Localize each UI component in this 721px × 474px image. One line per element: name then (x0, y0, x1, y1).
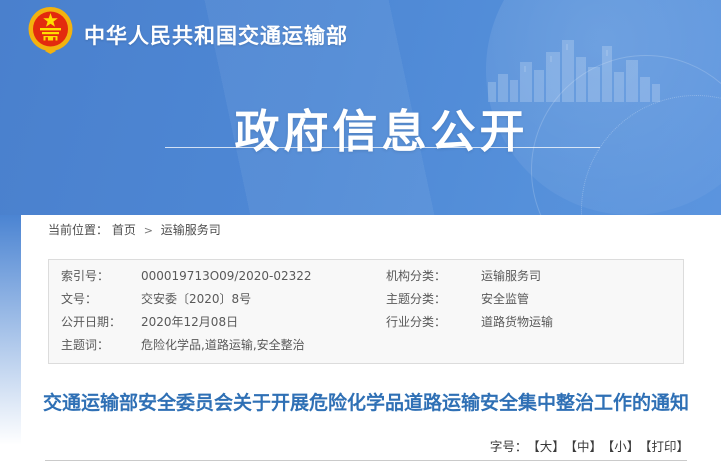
document-title: 交通运输部安全委员会关于开展危险化学品道路运输安全集中整治工作的通知 (41, 390, 691, 417)
fontsize-medium-button[interactable]: 【中】 (571, 439, 602, 454)
page-title: 政府信息公开 (0, 95, 721, 160)
title-underline (165, 147, 600, 148)
content-panel: 当前位置： 首页 > 运输服务司 索引号： 000019713O09/2020-… (21, 215, 711, 474)
national-emblem-icon (28, 6, 73, 54)
meta-value: 000019713O09/2020-02322 (141, 265, 386, 288)
table-row: 公开日期： 2020年12月08日 行业分类： 道路货物运输 (49, 311, 683, 334)
meta-value: 交安委〔2020〕8号 (141, 288, 386, 311)
breadcrumb: 当前位置： 首页 > 运输服务司 (21, 215, 711, 239)
fontsize-toolbar: 字号： 【大】【中】【小】【打印】 (21, 439, 711, 455)
meta-value: 危险化学品,道路运输,安全整治 (141, 334, 386, 357)
table-row: 文号： 交安委〔2020〕8号 主题分类： 安全监管 (49, 288, 683, 311)
header-banner: 中华人民共和国交通运输部 政府信息公开 (0, 0, 721, 215)
site-name: 中华人民共和国交通运输部 (84, 20, 348, 50)
city-skyline-decoration (488, 32, 663, 102)
print-button[interactable]: 【打印】 (645, 439, 689, 454)
meta-label: 主题词： (61, 334, 141, 357)
meta-value: 道路货物运输 (481, 311, 683, 334)
meta-label: 公开日期： (61, 311, 141, 334)
breadcrumb-separator: > (144, 224, 153, 237)
meta-value (481, 334, 683, 357)
meta-value: 运输服务司 (481, 265, 683, 288)
fontsize-label: 字号： (490, 439, 528, 454)
fontsize-large-button[interactable]: 【大】 (533, 439, 564, 454)
breadcrumb-current-link[interactable]: 运输服务司 (161, 223, 221, 237)
meta-label: 主题分类： (386, 288, 481, 311)
breadcrumb-label: 当前位置： (48, 223, 108, 237)
meta-label: 机构分类： (386, 265, 481, 288)
table-row: 主题词： 危险化学品,道路运输,安全整治 (49, 334, 683, 357)
fontsize-small-button[interactable]: 【小】 (608, 439, 639, 454)
meta-label: 文号： (61, 288, 141, 311)
meta-value: 安全监管 (481, 288, 683, 311)
meta-label (386, 334, 481, 357)
table-row: 索引号： 000019713O09/2020-02322 机构分类： 运输服务司 (49, 265, 683, 288)
meta-label: 行业分类： (386, 311, 481, 334)
meta-label: 索引号： (61, 265, 141, 288)
page: 中华人民共和国交通运输部 政府信息公开 当前位置： 首页 > 运输服务司 索引号… (0, 0, 721, 474)
breadcrumb-home-link[interactable]: 首页 (112, 223, 136, 237)
meta-value: 2020年12月08日 (141, 311, 386, 334)
background-fade (0, 215, 21, 445)
document-meta-table: 索引号： 000019713O09/2020-02322 机构分类： 运输服务司… (48, 259, 684, 364)
toolbar-divider (45, 460, 687, 461)
